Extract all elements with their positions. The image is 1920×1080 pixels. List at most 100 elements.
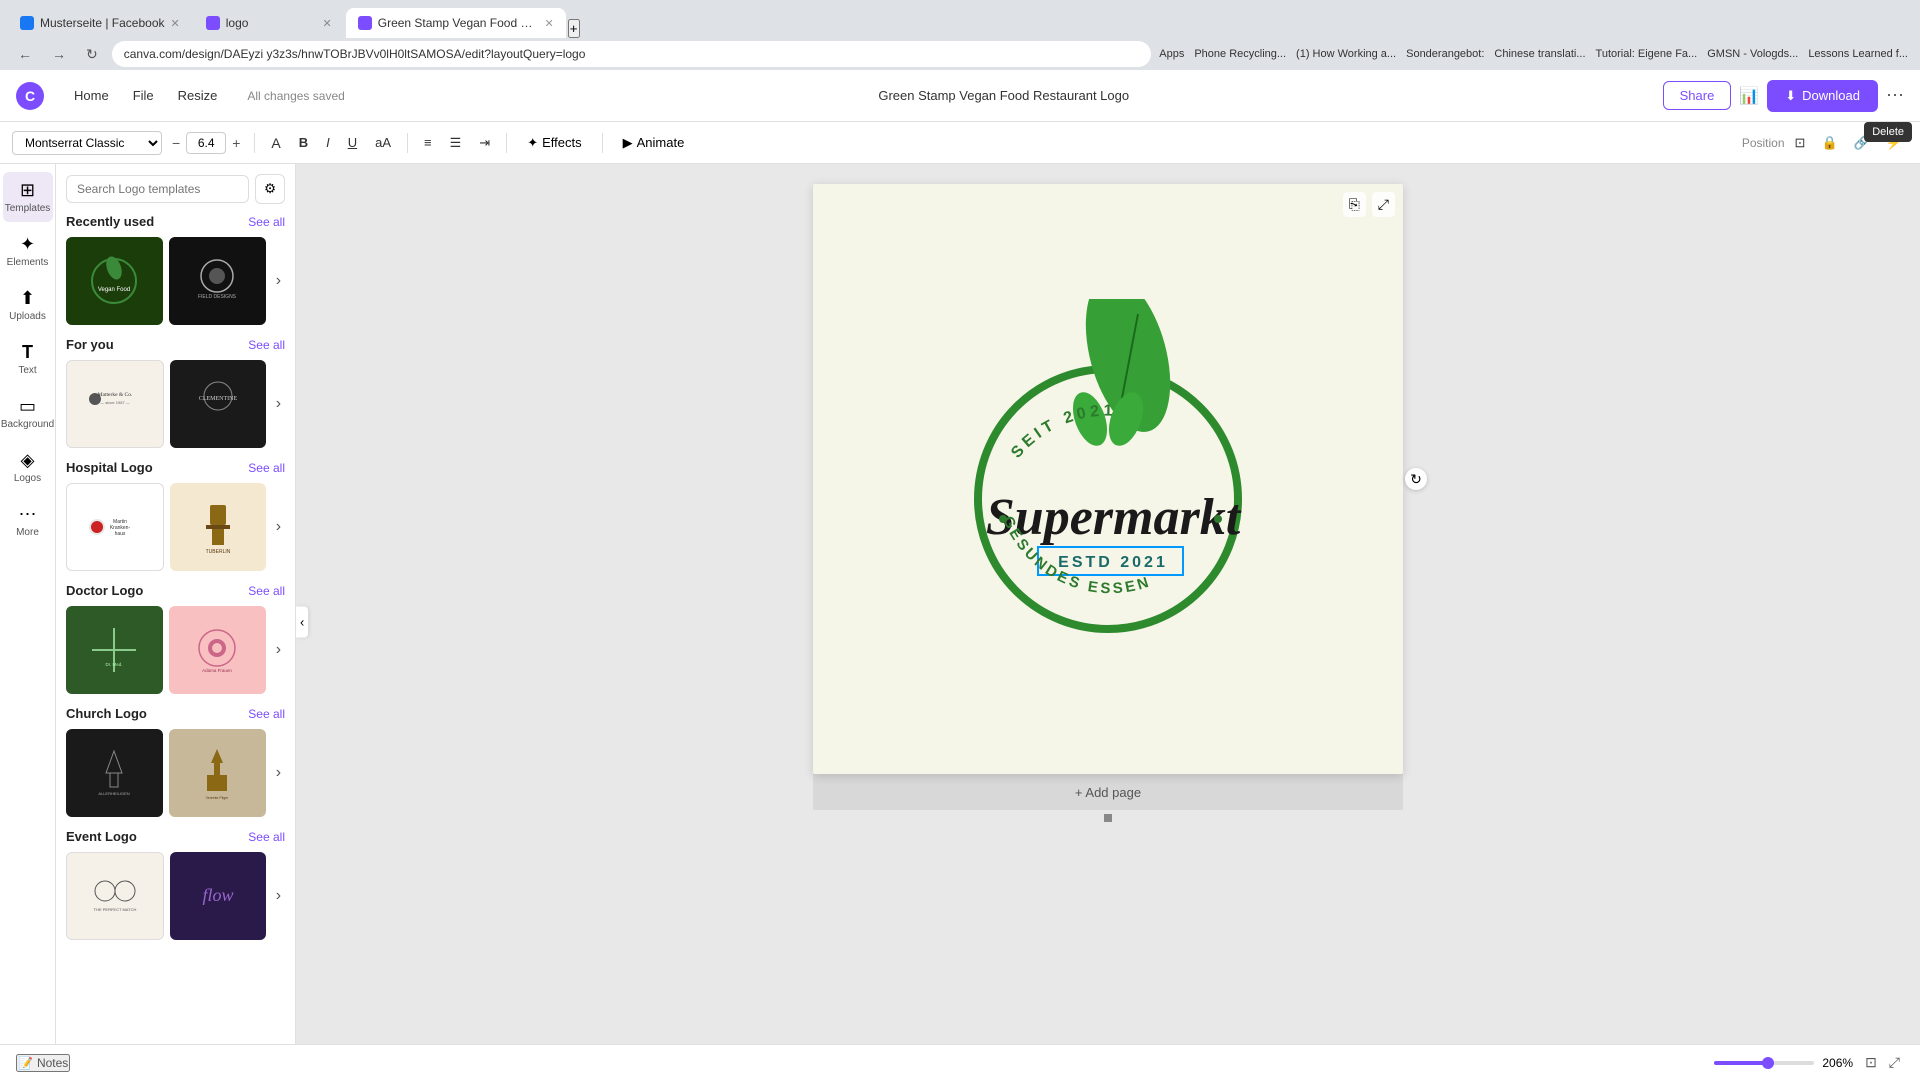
bookmark-apps[interactable]: Apps (1159, 48, 1184, 60)
font-size-input[interactable] (186, 132, 226, 154)
template-flow[interactable]: flow (170, 852, 266, 940)
align-left-button[interactable]: ≡ (418, 131, 438, 154)
underline-button[interactable]: U (342, 131, 363, 154)
template-perfect-match[interactable]: THE PERFECT MATCH (66, 852, 164, 940)
close-tab-1[interactable]: ✕ (171, 17, 180, 30)
template-allerheiligen[interactable]: ALLERHEILIGEN (66, 729, 163, 817)
position-align-button[interactable]: ⊡ (1789, 131, 1812, 155)
canvas-copy-button[interactable]: ⎘ (1343, 192, 1366, 217)
search-area: ⚙ (66, 174, 285, 204)
template-vereinte[interactable]: Vereinte Pilger (169, 729, 266, 817)
template-vegan-logo[interactable]: Vegan Food (66, 237, 163, 325)
rotation-handle[interactable]: ↻ (1405, 468, 1427, 490)
notes-button[interactable]: 📝 Notes (16, 1054, 70, 1072)
effects-icon: ✦ (527, 135, 538, 151)
event-logo-arrow[interactable]: › (272, 883, 285, 909)
template-matterke[interactable]: Matterke & Co. — since 1987 — (66, 360, 164, 448)
font-size-increase[interactable]: + (228, 133, 244, 153)
fullscreen-button[interactable]: ⤢ (1885, 1052, 1904, 1073)
close-tab-3[interactable]: ✕ (545, 17, 554, 30)
church-logo-header: Church Logo See all (66, 706, 285, 721)
doctor-logo-see-all[interactable]: See all (248, 584, 285, 598)
file-button[interactable]: File (123, 83, 164, 108)
for-you-arrow[interactable]: › (272, 391, 285, 417)
template-field-designs[interactable]: FIELD DESIGNS (169, 237, 266, 325)
church-logo-arrow[interactable]: › (272, 760, 285, 786)
indent-button[interactable]: ⇥ (473, 131, 496, 155)
recently-used-see-all[interactable]: See all (248, 215, 285, 229)
sidebar-item-logos[interactable]: ◈ Logos (3, 442, 53, 492)
tab-1[interactable]: Musterseite | Facebook ✕ (8, 8, 192, 38)
hospital-logo-arrow[interactable]: › (272, 514, 285, 540)
effects-button[interactable]: ✦ Effects (517, 131, 591, 155)
new-tab-button[interactable]: + (568, 19, 580, 38)
analytics-icon[interactable]: 📊 (1739, 86, 1759, 106)
refresh-button[interactable]: ↻ (80, 44, 104, 65)
tab-favicon-1 (20, 16, 34, 30)
tab-2[interactable]: logo ✕ (194, 8, 344, 38)
bold-button[interactable]: B (293, 131, 314, 154)
italic-button[interactable]: I (320, 131, 336, 154)
sidebar-item-elements[interactable]: ✦ Elements (3, 226, 53, 276)
bookmark-2[interactable]: (1) How Working a... (1296, 48, 1396, 60)
font-family-select[interactable]: Montserrat Classic (12, 131, 162, 155)
template-dr-med[interactable]: Dr. Med. (66, 606, 163, 694)
template-martin-kranken[interactable]: Martin Kranken- haus (66, 483, 164, 571)
canvas-area[interactable]: ‹ ⎘ ⤢ (296, 164, 1920, 1080)
address-bar[interactable]: canva.com/design/DAEyzi y3z3s/hnwTOBrJBV… (112, 41, 1152, 67)
animate-button[interactable]: ▶ Animate (613, 131, 695, 155)
recently-used-arrow[interactable]: › (272, 268, 285, 294)
bookmark-6[interactable]: GMSN - Vologds... (1707, 48, 1798, 60)
canva-logo[interactable]: C (16, 82, 44, 110)
bookmark-7[interactable]: Lessons Learned f... (1808, 48, 1908, 60)
font-size-decrease[interactable]: − (168, 133, 184, 153)
effects-label: Effects (542, 135, 582, 150)
zoom-bar[interactable] (1714, 1061, 1814, 1065)
add-page-bar[interactable]: + Add page (813, 774, 1403, 810)
more-options-button[interactable]: ⋯ (1886, 85, 1904, 106)
doctor-logo-arrow[interactable]: › (272, 637, 285, 663)
sidebar-item-background[interactable]: ▭ Background (3, 388, 53, 438)
panel-collapse-button[interactable]: ‹ (296, 607, 308, 638)
page-indicator (1104, 814, 1112, 822)
share-button[interactable]: Share (1663, 81, 1732, 110)
fit-view-button[interactable]: ⊡ (1861, 1052, 1881, 1073)
for-you-see-all[interactable]: See all (248, 338, 285, 352)
recently-used-title: Recently used (66, 214, 154, 229)
lock-button[interactable]: 🔒 (1815, 131, 1843, 155)
bookmark-4[interactable]: Chinese translati... (1494, 48, 1585, 60)
close-tab-2[interactable]: ✕ (323, 17, 332, 30)
canvas-expand-button[interactable]: ⤢ (1372, 192, 1395, 217)
bookmark-1[interactable]: Phone Recycling... (1194, 48, 1286, 60)
bookmark-5[interactable]: Tutorial: Eigene Fa... (1596, 48, 1698, 60)
search-input[interactable] (66, 175, 249, 203)
tab-title-2: logo (226, 16, 317, 30)
template-adama[interactable]: Adama Frauen (169, 606, 266, 694)
canvas[interactable]: ⎘ ⤢ (813, 184, 1403, 774)
doctor-logo-grid: Dr. Med. Adama Frauen › (66, 606, 285, 694)
sidebar-item-more[interactable]: ⋯ More (3, 496, 53, 546)
tab-3[interactable]: Green Stamp Vegan Food Res... ✕ (346, 8, 566, 38)
forward-button[interactable]: → (46, 44, 72, 64)
sidebar-item-uploads[interactable]: ⬆ Uploads (3, 280, 53, 330)
text-color-button[interactable]: A (265, 131, 286, 155)
list-button[interactable]: ☰ (444, 131, 468, 155)
back-button[interactable]: ← (12, 44, 38, 64)
sidebar-item-templates[interactable]: ⊞ Templates (3, 172, 53, 222)
zoom-handle[interactable] (1762, 1057, 1774, 1069)
template-clementine[interactable]: CLEMENTINE (170, 360, 266, 448)
svg-text:Vegan Food: Vegan Food (98, 287, 130, 293)
church-logo-see-all[interactable]: See all (248, 707, 285, 721)
download-button[interactable]: ⬇ Download (1767, 80, 1878, 112)
sidebar-item-text[interactable]: T Text (3, 334, 53, 384)
tab-bar: Musterseite | Facebook ✕ logo ✕ Green St… (0, 0, 1920, 38)
resize-button[interactable]: Resize (168, 83, 228, 108)
hospital-logo-see-all[interactable]: See all (248, 461, 285, 475)
filter-button[interactable]: ⚙ (255, 174, 285, 204)
for-you-title: For you (66, 337, 114, 352)
event-logo-see-all[interactable]: See all (248, 830, 285, 844)
template-tuberlin[interactable]: TUBERLIN (170, 483, 266, 571)
text-size-button[interactable]: aA (369, 131, 397, 154)
home-button[interactable]: Home (64, 83, 119, 108)
bookmark-3[interactable]: Sonderangebot: (1406, 48, 1484, 60)
